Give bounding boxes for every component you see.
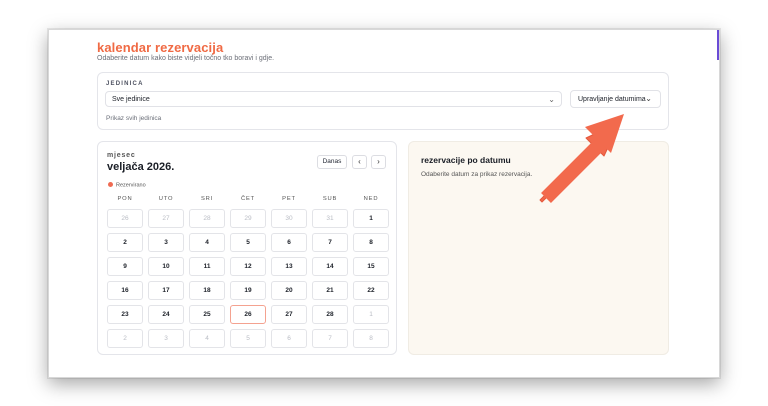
calendar-day[interactable]: 19 [230, 281, 266, 300]
unit-select[interactable]: Sve jedinice ⌄ [105, 91, 562, 107]
calendar-day[interactable]: 31 [312, 209, 348, 228]
manage-dates-label: Upravljanje datumima [578, 96, 646, 103]
prev-month-button[interactable]: ‹ [352, 155, 367, 169]
calendar-day[interactable]: 2 [107, 233, 143, 252]
calendar-day[interactable]: 26 [107, 209, 143, 228]
calendar-day[interactable]: 30 [271, 209, 307, 228]
calendar-day[interactable]: 27 [148, 209, 184, 228]
calendar-day[interactable]: 29 [230, 209, 266, 228]
month-title: veljača 2026. [107, 161, 175, 173]
calendar-day[interactable]: 8 [353, 329, 389, 348]
chevron-down-icon: ⌄ [548, 95, 555, 104]
weekday-label: SRI [200, 196, 214, 202]
calendar-day[interactable]: 10 [148, 257, 184, 276]
chevron-down-icon: ⌄ [645, 94, 652, 103]
calendar-grid: 26 27 28 29 30 31 1 2 3 4 5 6 7 8 9 10 11 12 13 14 15 16 17 18 1… [107, 209, 389, 348]
calendar-day[interactable]: 15 [353, 257, 389, 276]
next-month-button[interactable]: › [371, 155, 386, 169]
calendar-day[interactable]: 21 [312, 281, 348, 300]
calendar-day[interactable]: 5 [230, 329, 266, 348]
weekday-label: PET [282, 196, 296, 202]
calendar-day[interactable]: 13 [271, 257, 307, 276]
unit-select-value: Sve jedinice [112, 96, 150, 103]
calendar-day[interactable]: 2 [107, 329, 143, 348]
reservations-title: rezervacije po datumu [421, 155, 511, 165]
calendar-day[interactable]: 22 [353, 281, 389, 300]
weekday-header: PON UTO SRI ČET PET SUB NED [107, 196, 389, 202]
legend: Rezervirano [108, 182, 146, 189]
chevron-left-icon: ‹ [358, 157, 361, 166]
legend-label: Rezervirano [116, 182, 146, 189]
chevron-right-icon: › [377, 157, 380, 166]
calendar-day[interactable]: 17 [148, 281, 184, 300]
calendar-day[interactable]: 14 [312, 257, 348, 276]
calendar-day[interactable]: 12 [230, 257, 266, 276]
reservations-panel: rezervacije po datumu Odaberite datum za… [408, 141, 669, 355]
reserved-dot-icon [108, 182, 113, 187]
calendar-day[interactable]: 3 [148, 329, 184, 348]
calendar-day[interactable]: 11 [189, 257, 225, 276]
calendar-day[interactable]: 4 [189, 329, 225, 348]
calendar-day[interactable]: 16 [107, 281, 143, 300]
weekday-label: PON [117, 196, 133, 202]
view-mode-label: mjesec [107, 152, 136, 159]
calendar-day[interactable]: 28 [189, 209, 225, 228]
calendar-day[interactable]: 5 [230, 233, 266, 252]
calendar-day[interactable]: 9 [107, 257, 143, 276]
calendar-day[interactable]: 3 [148, 233, 184, 252]
calendar-day[interactable]: 1 [353, 209, 389, 228]
calendar-day[interactable]: 1 [353, 305, 389, 324]
app-window: kalendar rezervacija Odaberite datum kak… [48, 29, 720, 378]
unit-hint: Prikaz svih jedinica [106, 115, 162, 122]
calendar-day[interactable]: 6 [271, 233, 307, 252]
calendar-day[interactable]: 23 [107, 305, 143, 324]
calendar-day[interactable]: 6 [271, 329, 307, 348]
calendar-day[interactable]: 4 [189, 233, 225, 252]
calendar-card: mjesec veljača 2026. Danas ‹ › Rezervira… [97, 141, 397, 355]
page-title: kalendar rezervacija [97, 40, 224, 55]
weekday-label: SUB [322, 196, 338, 202]
weekday-label: UTO [158, 196, 174, 202]
calendar-day[interactable]: 7 [312, 329, 348, 348]
calendar-day[interactable]: 26 [230, 305, 266, 324]
weekday-label: ČET [241, 196, 255, 202]
today-button[interactable]: Danas [317, 155, 347, 169]
calendar-day[interactable]: 25 [189, 305, 225, 324]
weekday-label: NED [363, 196, 379, 202]
calendar-day[interactable]: 20 [271, 281, 307, 300]
unit-filter-card: JEDINICA Sve jedinice ⌄ Upravljanje datu… [97, 72, 669, 130]
calendar-day[interactable]: 18 [189, 281, 225, 300]
reservations-empty-hint: Odaberite datum za prikaz rezervacija. [421, 171, 533, 178]
calendar-day[interactable]: 7 [312, 233, 348, 252]
calendar-day[interactable]: 28 [312, 305, 348, 324]
page-subtitle: Odaberite datum kako biste vidjeli točno… [97, 55, 275, 62]
calendar-day[interactable]: 24 [148, 305, 184, 324]
calendar-day[interactable]: 27 [271, 305, 307, 324]
unit-label: JEDINICA [106, 81, 144, 87]
calendar-day[interactable]: 8 [353, 233, 389, 252]
manage-dates-button[interactable]: Upravljanje datumima ⌄ [570, 90, 661, 108]
